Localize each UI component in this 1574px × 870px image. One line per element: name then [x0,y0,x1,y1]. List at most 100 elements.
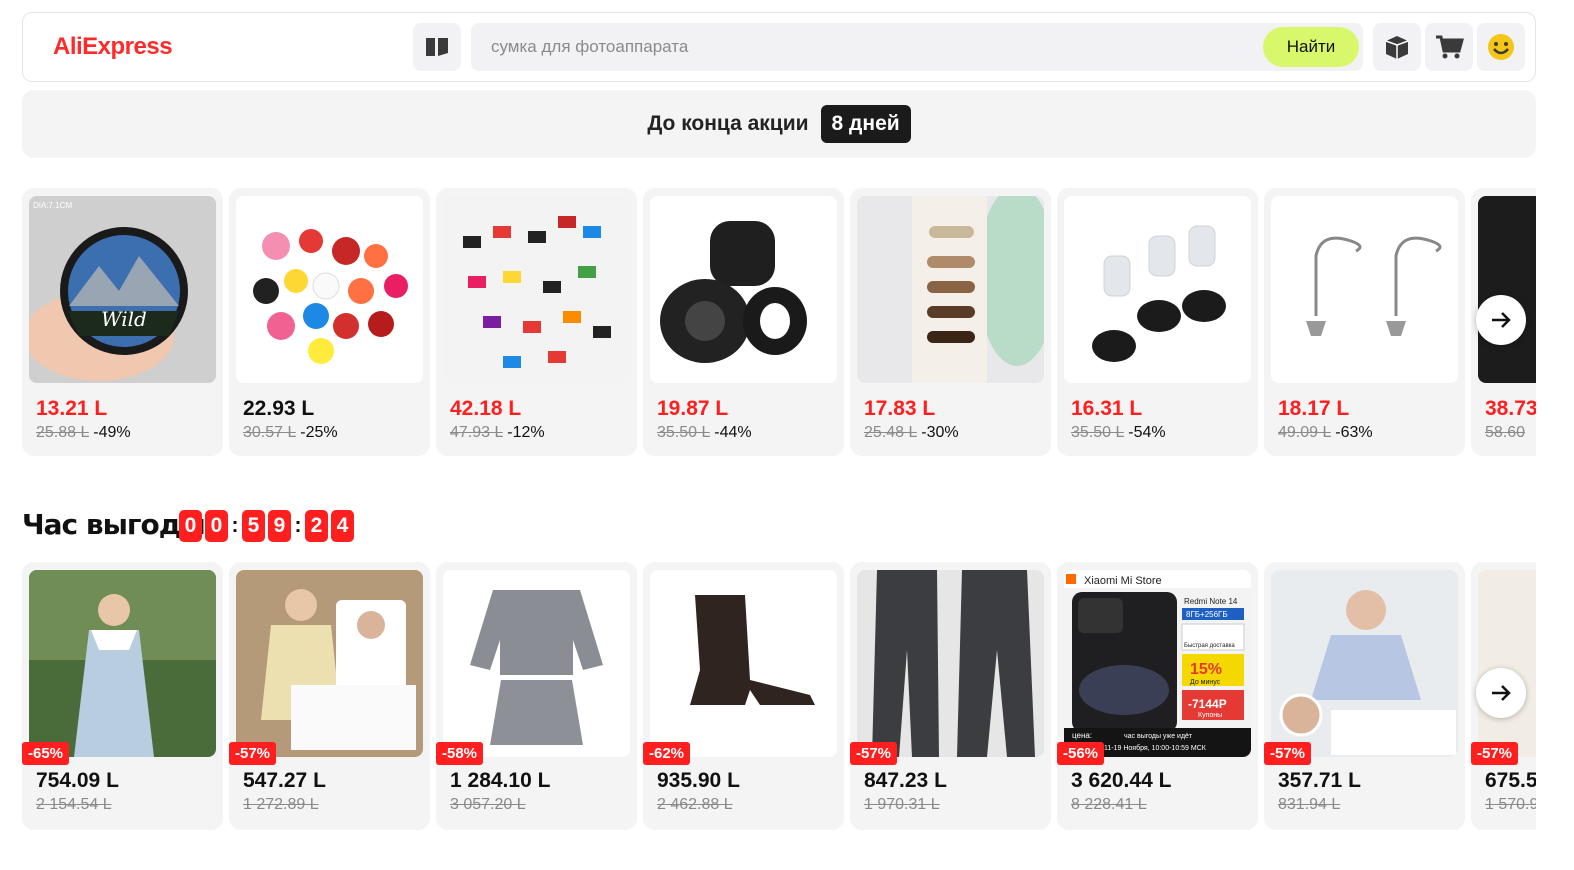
product-image [1478,570,1536,757]
arrow-right-icon [1492,312,1511,328]
product-image [1064,196,1251,383]
dia-label: DIA:7.1CM [33,201,72,210]
product-image [650,196,837,383]
old-price: 1 272.89 L [243,796,319,813]
product-card[interactable]: 19.87 L 35.50 L -44% [643,188,844,456]
product-price: 22.93 L [243,397,315,420]
product-image: Xiaomi Mi Store Redmi Note 14 8ГБ+256ГБ … [1064,570,1251,757]
days-left-badge: 8 дней [820,105,911,143]
product-image [443,196,630,383]
box-icon [1385,36,1409,59]
timer-digit: 0 [179,510,202,542]
product-image [1271,196,1458,383]
old-price: 30.57 L [243,424,296,441]
old-price: 3 057.20 L [450,796,526,813]
discount: -63% [1335,424,1373,441]
product-image [443,570,630,757]
discount: -44% [714,424,752,441]
product-price: 19.87 L [657,397,729,420]
cart-button[interactable] [1425,23,1473,71]
promo-hour-active: час выгоды уже идёт [1124,733,1193,740]
product-card[interactable]: 42.18 L 47.93 L -12% [436,188,637,456]
old-price-line: 2 462.88 L [657,796,733,814]
product-image [236,570,423,757]
product-card[interactable]: 16.31 L 35.50 L -54% [1057,188,1258,456]
old-price-line: 1 570.9 [1485,796,1536,814]
product-price: 1 284.10 L [450,769,551,792]
product-price: 357.71 L [1278,769,1361,792]
old-price: 2 154.54 L [36,796,112,813]
book-icon [426,38,448,56]
svg-text:Wild: Wild [101,307,147,331]
discount: -12% [507,424,545,441]
old-price: 35.50 L [1071,424,1124,441]
product-price: 754.09 L [36,769,119,792]
carousel-next-button[interactable] [1476,668,1526,718]
product-card[interactable]: -57% 357.71 L 831.94 L [1264,562,1465,830]
discount-badge: -57% [850,742,898,765]
old-price: 1 970.31 L [864,796,940,813]
old-price-line: 8 228.41 L [1071,796,1147,814]
old-price-line: 25.88 L -49% [36,424,131,442]
product-price: 675.5 [1485,769,1536,792]
old-price: 25.88 L [36,424,89,441]
product-price: 3 620.44 L [1071,769,1172,792]
old-price: 831.94 L [1278,796,1341,813]
product-image [1478,196,1536,383]
old-price: 2 462.88 L [657,796,733,813]
old-price-line: 30.57 L -25% [243,424,338,442]
timer-digit: 9 [268,510,291,542]
product-card[interactable]: -65% 754.09 L 2 154.54 L [22,562,223,830]
promo-delivery: Быстрая доставка [1184,643,1235,649]
carousel-next-button[interactable] [1476,295,1526,345]
old-price: 25.48 L [864,424,917,441]
product-card[interactable]: -62% 935.90 L 2 462.88 L [643,562,844,830]
discount-badge: -57% [1264,742,1312,765]
product-price: 16.31 L [1071,397,1143,420]
search-input[interactable] [471,23,1251,71]
product-price: 935.90 L [657,769,740,792]
store-name: Xiaomi Mi Store [1084,575,1162,587]
discount: -25% [300,424,338,441]
old-price-line: 1 272.89 L [243,796,319,814]
product-price: 847.23 L [864,769,947,792]
product-card[interactable]: -57% 847.23 L 1 970.31 L [850,562,1051,830]
promo-price-label: цена: [1072,731,1092,740]
discount: -54% [1128,424,1166,441]
countdown-timer: 0 0 : 5 9 : 2 4 [179,510,354,542]
product-image [1271,570,1458,757]
old-price-line: 35.50 L -54% [1071,424,1166,442]
catalog-button[interactable] [413,23,461,71]
product-card[interactable]: 17.83 L 25.48 L -30% [850,188,1051,456]
search-button[interactable]: Найти [1263,27,1359,67]
smiley-icon [1488,34,1514,60]
discount-badge: -56% [1057,742,1105,765]
product-card[interactable]: -57% 547.27 L 1 272.89 L [229,562,430,830]
orders-button[interactable] [1373,23,1421,71]
product-card[interactable]: Xiaomi Mi Store Redmi Note 14 8ГБ+256ГБ … [1057,562,1258,830]
product-price: 547.27 L [243,769,326,792]
product-price: 18.17 L [1278,397,1350,420]
promo-coupons: Купоны [1198,712,1222,719]
old-price-line: 35.50 L -44% [657,424,752,442]
product-image [650,570,837,757]
promo-banner[interactable]: До конца акции 8 дней [22,90,1536,158]
product-card[interactable]: 18.17 L 49.09 L -63% [1264,188,1465,456]
product-card[interactable]: -58% 1 284.10 L 3 057.20 L [436,562,637,830]
old-price: 8 228.41 L [1071,796,1147,813]
deal-title: Час выгоды [22,508,206,541]
product-price: 17.83 L [864,397,936,420]
old-price: 47.93 L [450,424,503,441]
discount-badge: -62% [643,742,691,765]
promo-percent: 15% [1190,661,1222,678]
old-price-line: 831.94 L [1278,796,1340,814]
old-price-line: 1 970.31 L [864,796,940,814]
product-card[interactable]: 22.93 L 30.57 L -25% [229,188,430,456]
aliexpress-logo[interactable]: AliExpress [53,33,173,61]
timer-digit: 0 [205,510,228,542]
timer-digit: 4 [331,510,354,542]
timer-colon: : [294,514,302,537]
promo-model: Redmi Note 14 [1184,597,1238,606]
profile-button[interactable] [1477,23,1525,71]
product-card[interactable]: Wild DIA:7.1CM 13.21 L 25.88 L -49% [22,188,223,456]
